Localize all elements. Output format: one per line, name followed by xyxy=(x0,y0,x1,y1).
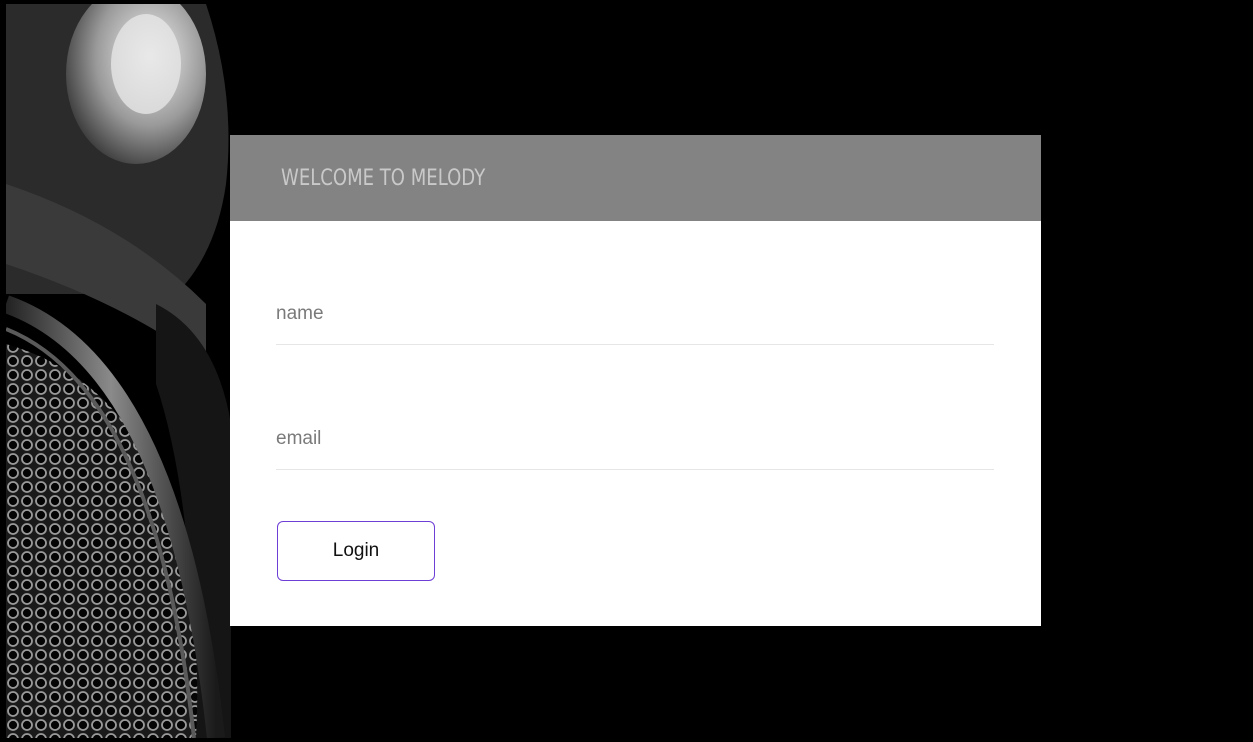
speaker-background-image xyxy=(6,4,266,738)
card-title: WELCOME TO MELODY xyxy=(281,165,486,191)
name-field xyxy=(276,283,994,345)
login-button[interactable]: Login xyxy=(277,521,435,581)
email-field xyxy=(276,408,994,470)
card-header: WELCOME TO MELODY xyxy=(230,135,1041,221)
page: WELCOME TO MELODY Login xyxy=(6,4,1247,738)
login-card: WELCOME TO MELODY Login xyxy=(230,135,1041,626)
name-input[interactable] xyxy=(276,283,994,344)
email-input[interactable] xyxy=(276,408,994,469)
